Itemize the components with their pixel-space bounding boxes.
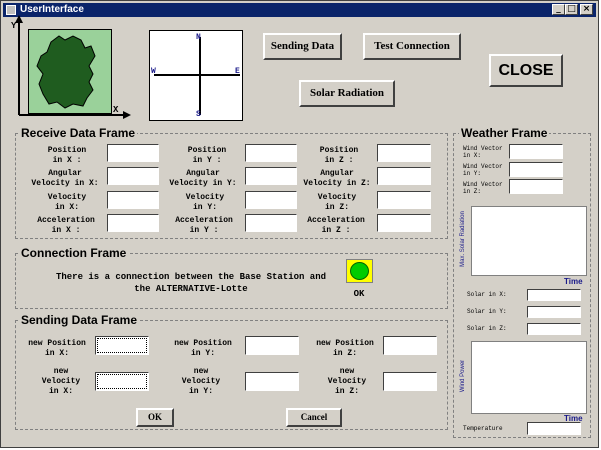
connection-message-line2: the ALTERNATIVE-Lotte	[134, 284, 248, 294]
x-axis-label: X	[113, 105, 119, 115]
compass-panel: N S W E	[149, 30, 243, 121]
label-new-position-y: new Position in Y:	[174, 339, 232, 358]
label-solar-y: Solar in Y:	[467, 308, 507, 315]
wind-vector-z-field[interactable]	[509, 179, 563, 194]
label-temperature: Temperature	[463, 425, 503, 432]
label-acceleration-z: Acceleration in Z :	[307, 216, 365, 235]
compass-cross	[154, 37, 240, 115]
label-new-position-x: new Position in X:	[28, 339, 86, 358]
position-z-field[interactable]	[377, 144, 431, 162]
wind-power-chart	[471, 341, 587, 414]
wind-vector-y-field[interactable]	[509, 162, 563, 177]
y-axis-label: Y	[11, 21, 17, 31]
sending-data-button[interactable]: Sending Data	[263, 33, 342, 60]
angular-velocity-x-field[interactable]	[107, 167, 159, 185]
germany-map	[28, 29, 112, 114]
new-position-z-field[interactable]	[383, 336, 437, 355]
label-angular-velocity-z: Angular Velocity in Z:	[303, 169, 371, 188]
label-solar-x: Solar in X:	[467, 291, 507, 298]
chart1-xlabel: Time	[564, 277, 583, 286]
minimize-button[interactable]: _	[552, 4, 565, 15]
label-new-position-z: new Position in Z:	[316, 339, 374, 358]
label-angular-velocity-x: Angular Velocity in X:	[31, 169, 99, 188]
receive-frame-title: Receive Data Frame	[19, 126, 138, 140]
chart2-ylabel-container: Wind Power	[456, 341, 468, 414]
maximize-button[interactable]: □	[565, 4, 578, 15]
ok-button[interactable]: OK	[136, 408, 174, 427]
angular-velocity-z-field[interactable]	[377, 167, 431, 185]
label-position-z: Position in Z :	[319, 146, 359, 165]
compass-s: S	[196, 110, 201, 119]
connection-indicator	[346, 259, 373, 283]
sending-frame-title: Sending Data Frame	[19, 313, 140, 327]
acceleration-y-field[interactable]	[245, 214, 297, 232]
angular-velocity-y-field[interactable]	[245, 167, 297, 185]
velocity-z-field[interactable]	[377, 191, 431, 209]
chart2-ylabel: Wind Power	[460, 359, 466, 393]
label-wind-vector-z: Wind Vector in Z:	[463, 181, 503, 195]
velocity-y-field[interactable]	[245, 191, 297, 209]
main-window: UserInterface _ □ × Y X N S W E Sending …	[0, 0, 599, 448]
window-title: UserInterface	[20, 4, 84, 15]
test-connection-button[interactable]: Test Connection	[363, 33, 461, 60]
label-wind-vector-y: Wind Vector in Y:	[463, 163, 503, 177]
position-x-field[interactable]	[107, 144, 159, 162]
new-velocity-y-field[interactable]	[245, 372, 299, 391]
label-position-y: Position in Y :	[187, 146, 227, 165]
weather-frame-title: Weather Frame	[459, 126, 550, 140]
compass-e: E	[235, 67, 240, 76]
label-velocity-z: Velocity in Z:	[317, 193, 357, 212]
position-y-field[interactable]	[245, 144, 297, 162]
label-wind-vector-x: Wind Vector in X:	[463, 145, 503, 159]
acceleration-z-field[interactable]	[377, 214, 431, 232]
label-angular-velocity-y: Angular Velocity in Y:	[169, 169, 237, 188]
label-velocity-x: Velocity in X:	[47, 193, 87, 212]
new-velocity-z-field[interactable]	[383, 372, 437, 391]
new-velocity-x-field[interactable]	[95, 372, 149, 391]
connection-status: OK	[353, 289, 365, 299]
label-acceleration-x: Acceleration in X :	[37, 216, 95, 235]
label-position-x: Position in X :	[47, 146, 87, 165]
germany-map-shape	[36, 35, 96, 109]
close-window-button[interactable]: ×	[580, 4, 593, 15]
connection-message-line1: There is a connection between the Base S…	[55, 272, 327, 282]
solar-z-field[interactable]	[527, 323, 581, 335]
chart1-ylabel: Max. Solar Radiation	[460, 211, 466, 267]
acceleration-x-field[interactable]	[107, 214, 159, 232]
label-acceleration-y: Acceleration in Y :	[175, 216, 233, 235]
solar-x-field[interactable]	[527, 289, 581, 301]
chart1-ylabel-container: Max. Solar Radiation	[456, 206, 468, 276]
label-new-velocity-z: new Velocity in Z:	[327, 367, 367, 396]
solar-radiation-button[interactable]: Solar Radiation	[299, 80, 395, 107]
label-new-velocity-y: new Velocity in Y:	[181, 367, 221, 396]
compass-n: N	[196, 33, 201, 42]
label-new-velocity-x: new Velocity in X:	[41, 367, 81, 396]
temperature-field[interactable]	[527, 422, 581, 435]
app-icon	[6, 5, 16, 15]
compass-w: W	[151, 67, 156, 76]
label-velocity-y: Velocity in Y:	[185, 193, 225, 212]
cancel-button[interactable]: Cancel	[286, 408, 342, 427]
solar-y-field[interactable]	[527, 306, 581, 318]
status-light-icon	[350, 262, 369, 280]
label-solar-z: Solar in Z:	[467, 325, 507, 332]
solar-radiation-chart	[471, 206, 587, 276]
new-position-y-field[interactable]	[245, 336, 299, 355]
velocity-x-field[interactable]	[107, 191, 159, 209]
wind-vector-x-field[interactable]	[509, 144, 563, 159]
close-button[interactable]: CLOSE	[489, 54, 563, 87]
new-position-x-field[interactable]	[95, 336, 149, 355]
connection-frame-title: Connection Frame	[19, 246, 129, 260]
